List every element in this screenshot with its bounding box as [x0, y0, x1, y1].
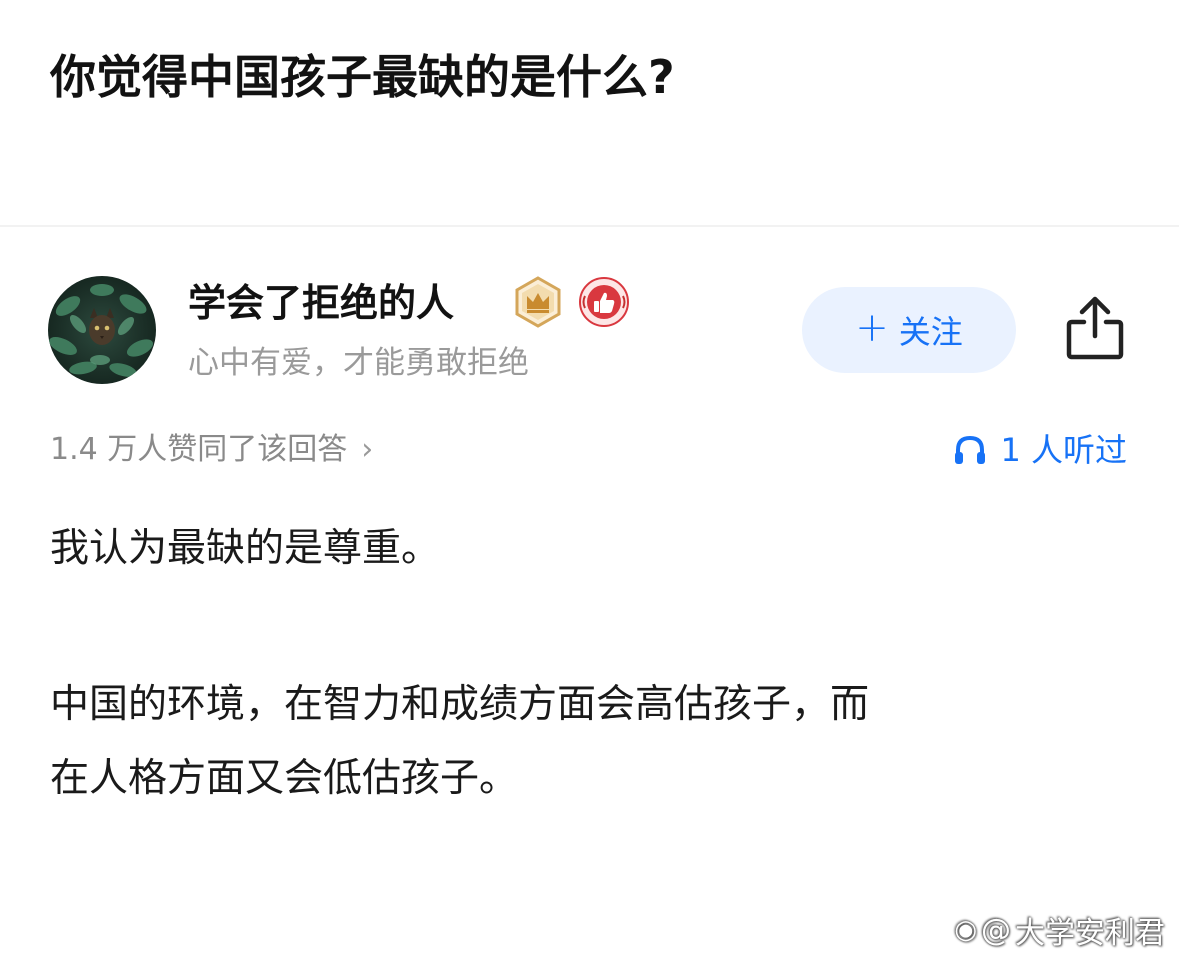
listen-count-text: 1 人听过 [1000, 431, 1127, 469]
watermark-text: 大学安利君 [1015, 916, 1165, 951]
author-name[interactable]: 学会了拒绝的人 [188, 276, 454, 330]
author-avatar[interactable] [48, 276, 156, 384]
weibo-watermark: ◉ @ 大学安利君 [954, 908, 1165, 952]
weibo-icon: ◉ [954, 915, 977, 945]
vote-count-text: 1.4 万人赞同了该回答 [50, 432, 348, 467]
follow-label: 关注 [898, 313, 963, 351]
vote-count-link[interactable]: 1.4 万人赞同了该回答 › [50, 426, 373, 474]
watermark-at: @ [981, 912, 1011, 948]
crown-badge-icon[interactable] [512, 276, 564, 328]
answer-paragraph: 在人格方面又会低估孩子。 [50, 756, 519, 801]
answer-paragraph: 我认为最缺的是尊重。 [50, 526, 441, 571]
question-title[interactable]: 你觉得中国孩子最缺的是什么? [50, 42, 675, 112]
follow-button[interactable]: + 关注 [802, 287, 1016, 373]
divider [0, 225, 1179, 227]
share-icon[interactable] [1064, 294, 1126, 362]
answer-paragraph: 中国的环境，在智力和成绩方面会高估孩子，而 [50, 682, 870, 727]
listen-count-link[interactable]: 1 人听过 [952, 426, 1127, 474]
chevron-right-icon: › [361, 432, 374, 467]
plus-icon: + [855, 305, 889, 351]
author-bio: 心中有爱，才能勇敢拒绝 [188, 345, 529, 381]
headphones-icon [955, 435, 986, 464]
thumbs-up-badge-icon[interactable] [578, 276, 630, 328]
